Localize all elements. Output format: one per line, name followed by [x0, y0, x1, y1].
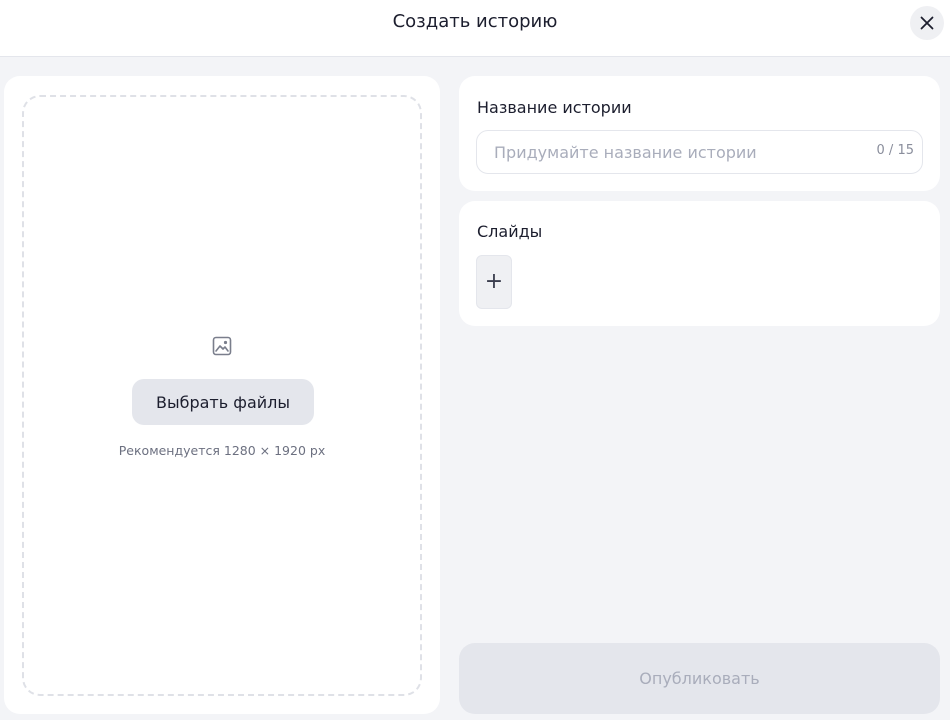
page-title: Создать историю: [392, 11, 558, 32]
story-name-card: Название истории 0 / 15: [459, 76, 940, 191]
story-name-label: Название истории: [477, 98, 632, 117]
slides-card: Слайды +: [459, 201, 940, 326]
add-slide-button[interactable]: +: [476, 255, 512, 309]
upload-panel: Выбрать файлы Рекомендуется 1280 × 1920 …: [4, 76, 440, 714]
choose-files-button[interactable]: Выбрать файлы: [132, 379, 314, 425]
publish-button[interactable]: Опубликовать: [459, 643, 940, 714]
story-name-input[interactable]: [494, 131, 864, 173]
close-icon: [920, 16, 934, 30]
slides-label: Слайды: [477, 222, 543, 241]
upload-dropzone[interactable]: Выбрать файлы Рекомендуется 1280 × 1920 …: [22, 95, 422, 696]
recommended-size-hint: Рекомендуется 1280 × 1920 px: [118, 443, 326, 458]
modal-header: Создать историю: [0, 0, 950, 57]
plus-icon: +: [484, 269, 504, 294]
story-name-field[interactable]: 0 / 15: [476, 130, 923, 174]
character-counter: 0 / 15: [876, 143, 914, 158]
close-button[interactable]: [910, 6, 944, 40]
image-icon: [212, 336, 232, 356]
